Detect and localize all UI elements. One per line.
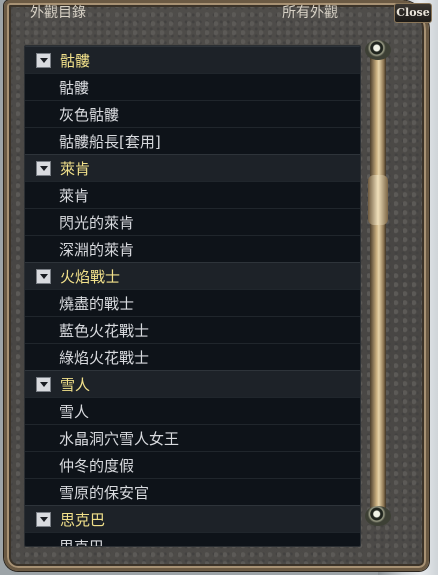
list-item[interactable]: 萊肯 <box>25 181 360 208</box>
collapse-toggle-icon[interactable] <box>36 52 51 68</box>
scroll-up-knob-icon[interactable] <box>365 40 391 60</box>
group-label: 雪人 <box>60 375 91 394</box>
appearance-list: 骷髏 骷髏 灰色骷髏 骷髏船長[套用] 萊肯 萊肯 閃光的萊肯 深淵的萊肯 火焰… <box>24 45 361 547</box>
list-item[interactable]: 水晶洞穴雪人女王 <box>25 424 360 451</box>
list-item[interactable]: 雪人 <box>25 397 360 424</box>
window-title: 外觀目錄 <box>30 5 86 21</box>
group-label: 骷髏 <box>60 51 91 70</box>
list-item[interactable]: 灰色骷髏 <box>25 100 360 127</box>
list-item[interactable]: 雪原的保安官 <box>25 478 360 505</box>
group-header[interactable]: 思克巴 <box>25 505 360 532</box>
group-label: 萊肯 <box>60 159 91 178</box>
scroll-down-knob-icon[interactable] <box>365 506 391 526</box>
group-header[interactable]: 火焰戰士 <box>25 262 360 289</box>
collapse-toggle-icon[interactable] <box>36 268 51 284</box>
group-label: 火焰戰士 <box>60 267 121 286</box>
scrollbar-thumb[interactable] <box>368 175 388 225</box>
list-item[interactable]: 思克巴 <box>25 532 360 546</box>
group-label: 思克巴 <box>60 510 106 529</box>
group-header[interactable]: 萊肯 <box>25 154 360 181</box>
collapse-toggle-icon[interactable] <box>36 376 51 392</box>
list-item[interactable]: 閃光的萊肯 <box>25 208 360 235</box>
collapse-toggle-icon[interactable] <box>36 160 51 176</box>
group-header[interactable]: 雪人 <box>25 370 360 397</box>
list-item[interactable]: 骷髏船長[套用] <box>25 127 360 154</box>
close-button[interactable]: Close <box>394 3 432 23</box>
group-header[interactable]: 骷髏 <box>25 46 360 73</box>
list-item[interactable]: 深淵的萊肯 <box>25 235 360 262</box>
list-item[interactable]: 燒盡的戰士 <box>25 289 360 316</box>
filter-label[interactable]: 所有外觀 <box>282 2 338 22</box>
list-item[interactable]: 藍色火花戰士 <box>25 316 360 343</box>
collapse-toggle-icon[interactable] <box>36 511 51 527</box>
list-item[interactable]: 仲冬的度假 <box>25 451 360 478</box>
list-item[interactable]: 骷髏 <box>25 73 360 100</box>
list-item[interactable]: 綠焰火花戰士 <box>25 343 360 370</box>
scrollbar-track[interactable] <box>370 50 386 516</box>
